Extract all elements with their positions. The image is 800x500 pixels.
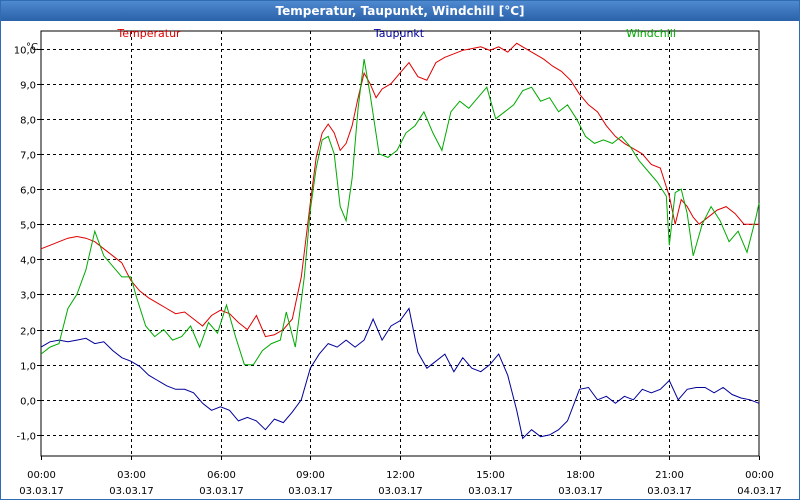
x-tick-time: 03:00 xyxy=(117,470,146,481)
y-axis-ticks: -1,00,01,02,03,04,05,06,07,08,09,010,0 xyxy=(14,46,41,443)
y-tick-label: 4,0 xyxy=(20,256,36,267)
y-tick-label: 0,0 xyxy=(20,397,36,408)
x-tick-date: 04.03.17 xyxy=(737,486,782,497)
x-tick-time: 12:00 xyxy=(386,470,415,481)
x-tick-date: 03.03.17 xyxy=(468,486,513,497)
x-tick-date: 03.03.17 xyxy=(558,486,603,497)
x-tick-time: 00:00 xyxy=(745,470,774,481)
y-tick-label: 8,0 xyxy=(20,116,36,127)
y-tick-label: 5,0 xyxy=(20,221,36,232)
legend: Temperatur Taupunkt Windchill xyxy=(116,27,676,40)
x-axis-ticks: 00:00 03.03.17 03:00 03.03.17 06:00 03.03.17 0… xyxy=(19,456,782,497)
y-tick-label: 2,0 xyxy=(20,327,36,338)
y-tick-label: -1,0 xyxy=(16,432,36,443)
y-tick-label: 6,0 xyxy=(20,186,36,197)
y-axis-unit: °C xyxy=(26,42,38,53)
x-tick-time: 06:00 xyxy=(207,470,236,481)
x-tick-time: 18:00 xyxy=(566,470,595,481)
line-chart: -1,00,01,02,03,04,05,06,07,08,09,010,0 0… xyxy=(14,27,782,497)
x-tick-time: 00:00 xyxy=(27,470,56,481)
y-tick-label: 1,0 xyxy=(20,362,36,373)
x-tick-time: 15:00 xyxy=(476,470,505,481)
chart-window: Temperatur, Taupunkt, Windchill [°C] -1,… xyxy=(0,0,800,500)
y-tick-label: 9,0 xyxy=(20,81,36,92)
x-tick-date: 03.03.17 xyxy=(647,486,692,497)
x-tick-time: 09:00 xyxy=(296,470,325,481)
grid xyxy=(41,31,759,456)
y-tick-label: 7,0 xyxy=(20,151,36,162)
x-tick-date: 03.03.17 xyxy=(109,486,154,497)
x-tick-date: 03.03.17 xyxy=(199,486,244,497)
legend-item-temperatur: Temperatur xyxy=(116,27,181,40)
legend-item-windchill: Windchill xyxy=(626,27,676,40)
y-tick-label: 3,0 xyxy=(20,291,36,302)
x-tick-date: 03.03.17 xyxy=(288,486,333,497)
x-tick-date: 03.03.17 xyxy=(378,486,423,497)
legend-item-taupunkt: Taupunkt xyxy=(373,27,425,40)
x-tick-time: 21:00 xyxy=(655,470,684,481)
x-tick-date: 03.03.17 xyxy=(19,486,64,497)
